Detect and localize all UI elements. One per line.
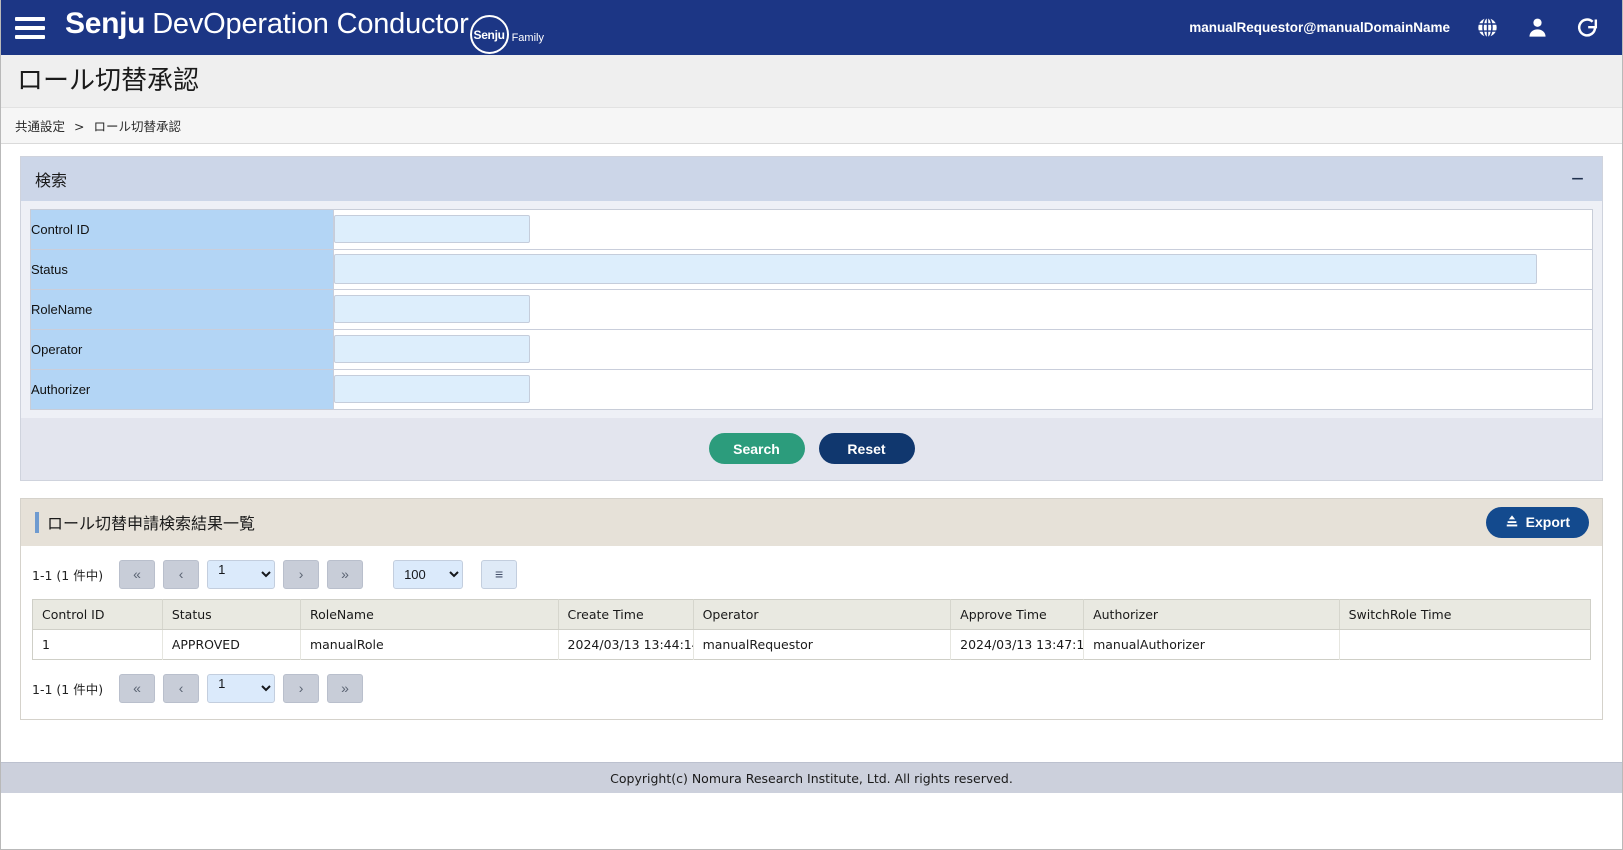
form-row-rolename: RoleName <box>30 289 1593 330</box>
cell-create-time: 2024/03/13 13:44:14 <box>558 629 694 660</box>
results-panel: ロール切替申請検索結果一覧 Export 1-1 (1 件中) « ‹ 1 › … <box>20 497 1603 720</box>
search-actions: Search Reset <box>21 417 1602 480</box>
current-user-label: manualRequestor@manualDomainName <box>1189 20 1450 35</box>
page-title-bar: ロール切替承認 <box>1 55 1622 107</box>
user-icon[interactable] <box>1524 15 1550 41</box>
header-actions: manualRequestor@manualDomainName <box>1189 15 1600 41</box>
breadcrumb: 共通設定 > ロール切替承認 <box>1 106 1622 144</box>
column-header-approve-time[interactable]: Approve Time <box>950 599 1085 630</box>
rolename-input[interactable] <box>334 295 530 324</box>
form-row-status: Status <box>30 249 1593 290</box>
first-page-button[interactable]: « <box>119 559 156 589</box>
next-page-button[interactable]: › <box>283 559 320 589</box>
column-header-rolename[interactable]: RoleName <box>300 599 559 630</box>
column-header-control-id[interactable]: Control ID <box>32 599 163 630</box>
column-header-create-time[interactable]: Create Time <box>558 599 694 630</box>
label-operator: Operator <box>30 329 334 370</box>
operator-input[interactable] <box>334 335 530 364</box>
control-id-input[interactable] <box>334 215 530 244</box>
form-row-control-id: Control ID <box>30 209 1593 250</box>
app-window: Senju DevOperation Conductor Senju Famil… <box>0 0 1623 850</box>
column-header-switchrole-time[interactable]: SwitchRole Time <box>1339 599 1591 630</box>
first-page-button-bottom[interactable]: « <box>119 673 156 703</box>
page-number-select[interactable]: 1 <box>207 559 276 589</box>
copyright-label: Copyright(c) Nomura Research Institute, … <box>610 770 1013 786</box>
cell-operator: manualRequestor <box>693 629 952 660</box>
column-header-status[interactable]: Status <box>162 599 301 630</box>
prev-page-button[interactable]: ‹ <box>163 559 200 589</box>
brand-logo[interactable]: Senju DevOperation Conductor Senju Famil… <box>65 6 544 55</box>
pagination-top: 1-1 (1 件中) « ‹ 1 › » 100 ≡ <box>32 559 1591 589</box>
search-panel-title: 検索 <box>35 170 68 190</box>
accent-bar <box>35 511 39 533</box>
cell-rolename: manualRole <box>300 629 559 660</box>
hamburger-bar <box>15 25 45 30</box>
cell-status: APPROVED <box>162 629 301 660</box>
results-title: ロール切替申請検索結果一覧 <box>47 514 256 534</box>
label-status: Status <box>30 249 334 290</box>
search-button[interactable]: Search <box>708 433 805 465</box>
search-panel-header[interactable]: 検索 − <box>21 156 1602 201</box>
brand-name-strong: Senju <box>65 6 146 40</box>
authorizer-input[interactable] <box>334 375 530 404</box>
page-title: ロール切替承認 <box>17 66 200 96</box>
globe-icon[interactable] <box>1474 15 1500 41</box>
prev-page-button-bottom[interactable]: ‹ <box>163 673 200 703</box>
search-panel: 検索 − Control ID Status RoleName Operator… <box>20 155 1603 481</box>
form-row-operator: Operator <box>30 329 1593 370</box>
next-page-button-bottom[interactable]: › <box>283 673 320 703</box>
breadcrumb-parent[interactable]: 共通設定 <box>15 119 65 134</box>
brand-name-rest: DevOperation Conductor <box>152 7 469 40</box>
record-count-label: 1-1 (1 件中) <box>32 567 104 583</box>
minus-icon[interactable]: − <box>1569 167 1586 190</box>
cell-control-id: 1 <box>32 629 163 660</box>
search-form: Control ID Status RoleName Operator Auth… <box>30 208 1593 410</box>
results-table: Control ID Status RoleName Create Time O… <box>32 598 1591 660</box>
label-rolename: RoleName <box>30 289 334 330</box>
refresh-icon[interactable] <box>1574 15 1600 41</box>
senju-family-badge: Senju Family <box>469 9 544 55</box>
search-panel-body: Control ID Status RoleName Operator Auth… <box>21 200 1602 480</box>
senju-circle-icon: Senju <box>469 15 509 55</box>
breadcrumb-separator: > <box>74 118 85 134</box>
table-header-row: Control ID Status RoleName Create Time O… <box>32 599 1591 630</box>
main-content: 検索 − Control ID Status RoleName Operator… <box>1 143 1622 762</box>
form-row-authorizer: Authorizer <box>30 369 1593 410</box>
footer: Copyright(c) Nomura Research Institute, … <box>1 762 1622 793</box>
last-page-button[interactable]: » <box>327 559 364 589</box>
family-label: Family <box>511 31 544 44</box>
status-input[interactable] <box>334 254 1537 285</box>
column-menu-button[interactable]: ≡ <box>481 559 518 589</box>
last-page-button-bottom[interactable]: » <box>327 673 364 703</box>
cell-approve-time: 2024/03/13 13:47:17 <box>950 629 1085 660</box>
hamburger-bar <box>15 16 45 21</box>
export-button[interactable]: Export <box>1485 506 1589 538</box>
app-header: Senju DevOperation Conductor Senju Famil… <box>1 0 1622 55</box>
hamburger-icon[interactable] <box>15 14 49 42</box>
reset-button[interactable]: Reset <box>818 433 915 465</box>
page-number-select-bottom[interactable]: 1 <box>207 673 276 703</box>
export-label: Export <box>1525 514 1570 531</box>
label-authorizer: Authorizer <box>30 369 334 410</box>
page-tail <box>1 793 1622 849</box>
senju-badge-label: Senju <box>473 27 505 42</box>
table-row[interactable]: 1 APPROVED manualRole 2024/03/13 13:44:1… <box>32 629 1591 660</box>
export-icon <box>1505 514 1519 531</box>
hamburger-bar <box>15 34 45 39</box>
cell-authorizer: manualAuthorizer <box>1083 629 1340 660</box>
label-control-id: Control ID <box>30 209 334 250</box>
results-body: 1-1 (1 件中) « ‹ 1 › » 100 ≡ Control ID St… <box>21 546 1602 719</box>
results-header: ロール切替申請検索結果一覧 Export <box>21 498 1602 546</box>
record-count-label-bottom: 1-1 (1 件中) <box>32 681 104 697</box>
cell-switchrole-time <box>1339 629 1591 660</box>
pagination-bottom: 1-1 (1 件中) « ‹ 1 › » <box>32 673 1591 703</box>
column-header-operator[interactable]: Operator <box>693 599 952 630</box>
breadcrumb-current: ロール切替承認 <box>93 118 181 134</box>
page-size-select[interactable]: 100 <box>393 559 464 589</box>
column-header-authorizer[interactable]: Authorizer <box>1083 599 1340 630</box>
